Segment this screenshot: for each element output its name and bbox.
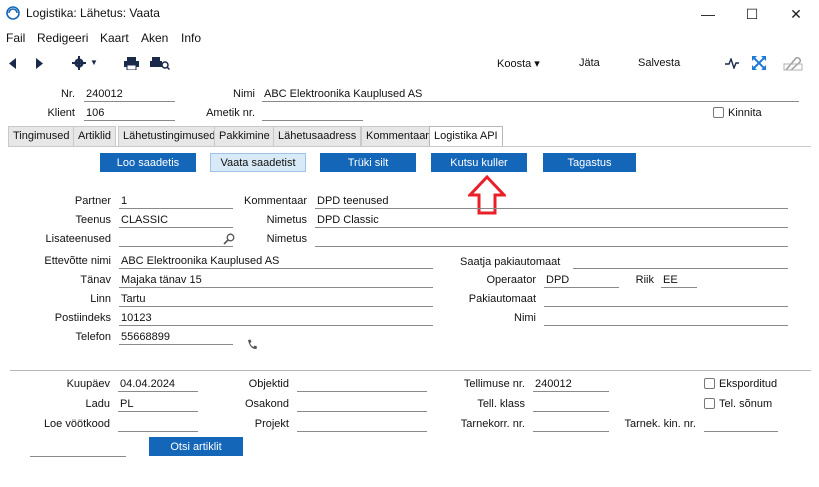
riik-field[interactable]: EE <box>662 274 696 286</box>
menu-aken[interactable]: Aken <box>141 31 168 45</box>
ettevotte-nimi-label: Ettevõtte nimi <box>44 255 111 267</box>
maximize-button[interactable]: ☐ <box>730 2 774 26</box>
close-button[interactable]: ✕ <box>774 2 818 26</box>
nimi-label: Nimi <box>233 88 255 100</box>
tab-logistika-api[interactable]: Logistika API <box>429 126 503 147</box>
partner-field[interactable]: 1 <box>120 195 232 207</box>
loo-saadetis-button[interactable]: Loo saadetis <box>100 153 196 172</box>
projekt-label: Projekt <box>254 418 289 430</box>
tanav-field[interactable]: Majaka tänav 15 <box>120 274 432 286</box>
ettevotte-nimi-field[interactable]: ABC Elektroonika Kauplused AS <box>120 255 432 267</box>
kommentaar-label: Kommentaar <box>244 195 307 207</box>
gear-icon[interactable] <box>72 56 86 70</box>
postiindeks-field[interactable]: 10123 <box>120 312 432 324</box>
tellimuse-nr-field[interactable]: 240012 <box>534 378 608 390</box>
tab-artiklid[interactable]: Artiklid <box>73 126 117 146</box>
kinnita-label: Kinnita <box>728 107 762 119</box>
menu-kaart[interactable]: Kaart <box>100 31 129 45</box>
eksporditud-checkbox[interactable] <box>704 378 715 389</box>
linn-field[interactable]: Tartu <box>120 293 432 305</box>
back-arrow-icon[interactable] <box>9 58 17 69</box>
tell-klass-label: Tell. klass <box>477 398 525 410</box>
nimi-right-label: Nimi <box>514 312 536 324</box>
tel-sonum-checkbox[interactable] <box>704 398 715 409</box>
toolbar: ▼ Koosta ▾ Jäta Salvesta <box>0 48 819 78</box>
teenus-field[interactable]: CLASSIC <box>120 214 232 226</box>
jata-button[interactable]: Jäta <box>579 57 600 69</box>
tab-pakkimine[interactable]: Pakkimine <box>214 126 275 146</box>
tellimuse-nr-label: Tellimuse nr. <box>463 378 525 390</box>
pakiautomaat-label: Pakiautomaat <box>468 293 536 305</box>
tarnek-kin-nr-label: Tarnek. kin. nr. <box>624 418 696 430</box>
eksporditud-label: Eksporditud <box>719 378 778 390</box>
nr-field[interactable]: 240012 <box>85 88 175 100</box>
nimetus2-label: Nimetus <box>266 233 307 245</box>
osakond-label: Osakond <box>244 398 289 410</box>
nimetus1-field[interactable]: DPD Classic <box>316 214 786 226</box>
attachment-icon[interactable] <box>783 55 803 71</box>
tanav-label: Tänav <box>80 274 111 286</box>
klient-field[interactable]: 106 <box>85 107 175 119</box>
telefon-field[interactable]: 55668899 <box>120 331 232 343</box>
tagastus-button[interactable]: Tagastus <box>543 153 636 172</box>
kutsu-kuller-button[interactable]: Kutsu kuller <box>431 153 527 172</box>
tab-kommentaar[interactable]: Kommentaar <box>361 126 434 146</box>
menu-info[interactable]: Info <box>181 31 201 45</box>
nr-label: Nr. <box>60 88 75 100</box>
title-bar: Logistika: Lähetus: Vaata — ☐ ✕ <box>0 0 819 28</box>
telefon-label: Telefon <box>75 331 111 343</box>
vaata-saadetist-button[interactable]: Vaata saadetist <box>210 153 306 172</box>
truki-silt-button[interactable]: Trüki silt <box>320 153 416 172</box>
koosta-button[interactable]: Koosta ▾ <box>497 57 540 70</box>
riik-label: Riik <box>635 274 654 286</box>
menu-redigeeri[interactable]: Redigeeri <box>37 31 88 45</box>
linn-label: Linn <box>90 293 111 305</box>
printer-icon[interactable] <box>124 57 139 70</box>
activity-icon[interactable] <box>725 58 739 69</box>
tab-divider <box>8 146 811 147</box>
window-title: Logistika: Lähetus: Vaata <box>26 6 160 20</box>
tab-lahetustingimused[interactable]: Lähetustingimused <box>118 126 221 146</box>
barcode-input-line[interactable] <box>30 456 126 457</box>
ladu-label: Ladu <box>85 398 110 410</box>
app-icon <box>6 6 20 20</box>
gear-dropdown-icon[interactable]: ▼ <box>90 58 98 67</box>
tel-sonum-label: Tel. sõnum <box>719 398 773 410</box>
phone-icon[interactable] <box>247 339 257 350</box>
klient-label: Klient <box>47 107 75 119</box>
nimi-field[interactable]: ABC Elektroonika Kauplused AS <box>263 88 798 100</box>
nimetus1-label: Nimetus <box>266 214 307 226</box>
salvesta-button[interactable]: Salvesta <box>638 57 680 69</box>
forward-arrow-icon[interactable] <box>35 58 43 69</box>
partner-label: Partner <box>74 195 111 207</box>
operaator-field[interactable]: DPD <box>545 274 618 286</box>
ametik-label: Ametik nr. <box>206 107 255 119</box>
tarnekorr-nr-label: Tarnekorr. nr. <box>460 418 525 430</box>
kommentaar-field[interactable]: DPD teenused <box>316 195 786 207</box>
postiindeks-label: Postiindeks <box>54 312 111 324</box>
lisateenused-label: Lisateenused <box>45 233 111 245</box>
loe-vootkood-label: Loe vöötkood <box>43 418 110 430</box>
expand-icon[interactable] <box>752 56 766 70</box>
tab-lahetusaadress[interactable]: Lähetusaadress <box>273 126 362 146</box>
tab-tingimused[interactable]: Tingimused <box>8 126 75 146</box>
operaator-label: Operaator <box>486 274 536 286</box>
objektid-label: Objektid <box>248 378 289 390</box>
saatja-pakiautomaat-label: Saatja pakiautomaat <box>460 256 561 268</box>
teenus-label: Teenus <box>75 214 111 226</box>
otsi-artiklit-button[interactable]: Otsi artiklit <box>149 437 243 456</box>
ladu-field[interactable]: PL <box>119 398 197 410</box>
kuupaev-label: Kuupäev <box>66 378 110 390</box>
minimize-button[interactable]: — <box>686 2 730 26</box>
kinnita-checkbox[interactable] <box>713 107 724 118</box>
menu-fail[interactable]: Fail <box>6 31 25 45</box>
menu-bar: Fail Redigeeri Kaart Aken Info <box>0 28 819 48</box>
print-preview-icon[interactable] <box>150 57 170 70</box>
kuupaev-field[interactable]: 04.04.2024 <box>119 378 197 390</box>
section-divider <box>10 370 811 371</box>
